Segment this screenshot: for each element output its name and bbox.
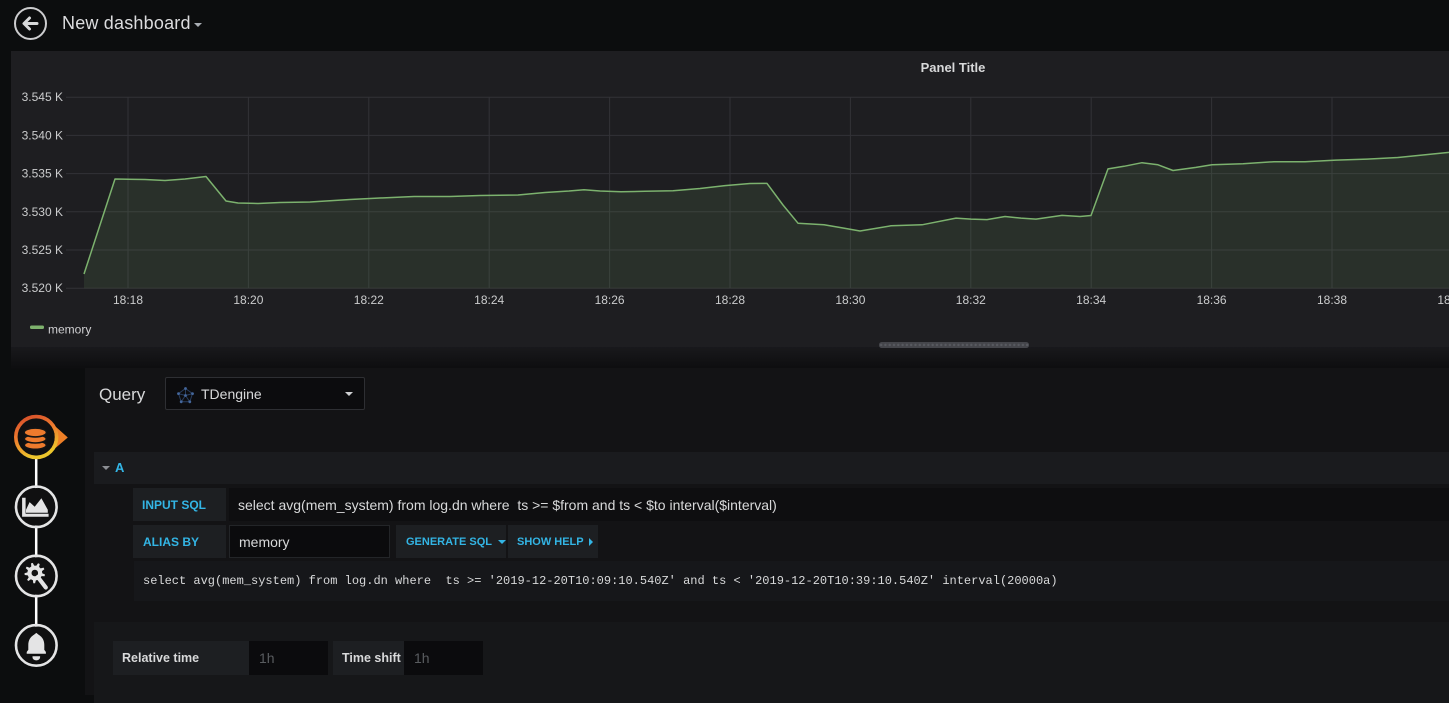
- svg-text:18:22: 18:22: [354, 293, 384, 307]
- svg-text:18:34: 18:34: [1076, 293, 1106, 307]
- svg-text:18:40: 18:40: [1437, 293, 1449, 307]
- svg-text:18:18: 18:18: [113, 293, 143, 307]
- svg-text:18:28: 18:28: [715, 293, 745, 307]
- svg-text:18:32: 18:32: [956, 293, 986, 307]
- svg-text:memory: memory: [48, 323, 91, 337]
- svg-text:18:24: 18:24: [474, 293, 504, 307]
- svg-text:3.525 K: 3.525 K: [22, 243, 63, 257]
- svg-text:3.540 K: 3.540 K: [22, 128, 63, 142]
- svg-text:18:30: 18:30: [835, 293, 865, 307]
- svg-text:3.545 K: 3.545 K: [22, 90, 63, 104]
- svg-text:3.530 K: 3.530 K: [22, 205, 63, 219]
- svg-text:18:38: 18:38: [1317, 293, 1347, 307]
- svg-text:3.535 K: 3.535 K: [22, 167, 63, 181]
- svg-text:18:26: 18:26: [595, 293, 625, 307]
- svg-text:18:20: 18:20: [233, 293, 263, 307]
- svg-text:3.520 K: 3.520 K: [22, 281, 63, 295]
- svg-text:18:36: 18:36: [1197, 293, 1227, 307]
